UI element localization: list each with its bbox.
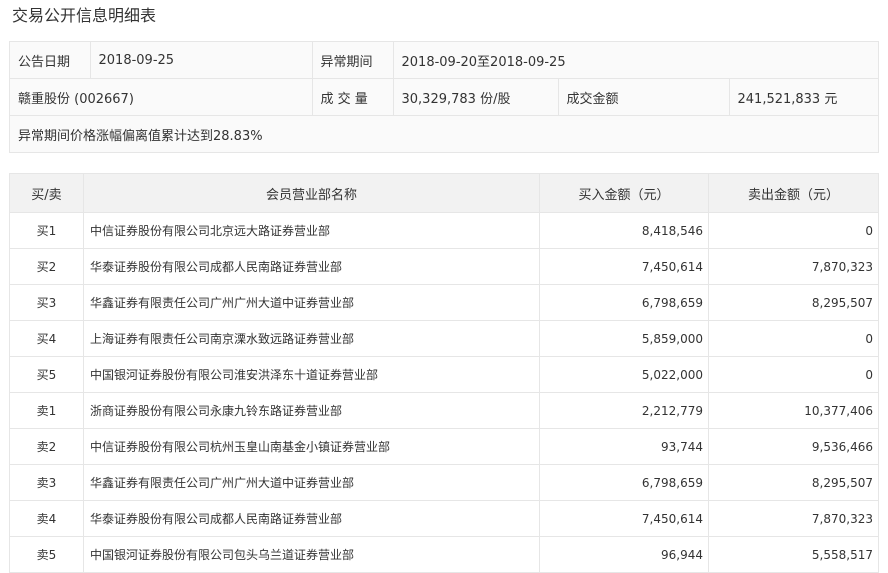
announce-date-label: 公告日期 — [10, 42, 90, 79]
row-buy: 7,450,614 — [539, 500, 709, 537]
row-sell: 0 — [708, 320, 879, 357]
row-sell: 0 — [708, 212, 879, 249]
row-buy: 96,944 — [539, 536, 709, 573]
row-buy: 5,859,000 — [539, 320, 709, 357]
row-buy: 8,418,546 — [539, 212, 709, 249]
volume-label: 成 交 量 — [311, 78, 393, 116]
table-row: 卖5 中国银河证券股份有限公司包头乌兰道证券营业部 96,944 5,558,5… — [9, 536, 879, 573]
row-side: 卖3 — [9, 464, 84, 501]
summary-box: 公告日期 2018-09-25 异常期间 2018-09-20至2018-09-… — [9, 41, 879, 153]
row-buy: 6,798,659 — [539, 284, 709, 321]
row-branch: 华泰证券股份有限公司成都人民南路证券营业部 — [83, 248, 540, 285]
row-branch: 中国银河证券股份有限公司淮安洪泽东十道证券营业部 — [83, 356, 540, 393]
row-sell: 7,870,323 — [708, 500, 879, 537]
col-header-side: 买/卖 — [9, 173, 84, 213]
abnormal-period-label: 异常期间 — [311, 42, 393, 79]
row-branch: 上海证券有限责任公司南京溧水致远路证券营业部 — [83, 320, 540, 357]
row-branch: 华鑫证券有限责任公司广州广州大道中证券营业部 — [83, 464, 540, 501]
trade-detail-table: 买/卖 会员营业部名称 买入金额（元） 卖出金额（元） 买1 中信证券股份有限公… — [9, 173, 879, 573]
table-row: 买2 华泰证券股份有限公司成都人民南路证券营业部 7,450,614 7,870… — [9, 248, 879, 285]
row-buy: 2,212,779 — [539, 392, 709, 429]
page-title: 交易公开信息明细表 — [12, 6, 157, 25]
row-branch: 华泰证券股份有限公司成都人民南路证券营业部 — [83, 500, 540, 537]
table-row: 卖1 浙商证券股份有限公司永康九铃东路证券营业部 2,212,779 10,37… — [9, 392, 879, 429]
row-side: 买3 — [9, 284, 84, 321]
row-sell: 8,295,507 — [708, 284, 879, 321]
amount-value: 241,521,833 元 — [728, 78, 878, 116]
col-header-sell: 卖出金额（元） — [708, 173, 879, 213]
row-branch: 华鑫证券有限责任公司广州广州大道中证券营业部 — [83, 284, 540, 321]
row-side: 卖4 — [9, 500, 84, 537]
abnormal-period-value: 2018-09-20至2018-09-25 — [392, 42, 878, 79]
stock-name: 赣重股份 (002667) — [10, 78, 312, 116]
row-sell: 8,295,507 — [708, 464, 879, 501]
row-branch: 浙商证券股份有限公司永康九铃东路证券营业部 — [83, 392, 540, 429]
row-side: 买1 — [9, 212, 84, 249]
amount-label: 成交金额 — [557, 78, 729, 116]
table-row: 买4 上海证券有限责任公司南京溧水致远路证券营业部 5,859,000 0 — [9, 320, 879, 357]
announce-date-value: 2018-09-25 — [89, 42, 312, 79]
row-branch: 中信证券股份有限公司杭州玉皇山南基金小镇证券营业部 — [83, 428, 540, 465]
row-buy: 6,798,659 — [539, 464, 709, 501]
row-side: 卖2 — [9, 428, 84, 465]
row-sell: 5,558,517 — [708, 536, 879, 573]
table-header-row: 买/卖 会员营业部名称 买入金额（元） 卖出金额（元） — [9, 173, 879, 213]
table-row: 卖4 华泰证券股份有限公司成都人民南路证券营业部 7,450,614 7,870… — [9, 500, 879, 537]
row-side: 卖5 — [9, 536, 84, 573]
row-branch: 中国银河证券股份有限公司包头乌兰道证券营业部 — [83, 536, 540, 573]
row-buy: 5,022,000 — [539, 356, 709, 393]
row-side: 买4 — [9, 320, 84, 357]
col-header-buy: 买入金额（元） — [539, 173, 709, 213]
row-side: 卖1 — [9, 392, 84, 429]
table-row: 卖2 中信证券股份有限公司杭州玉皇山南基金小镇证券营业部 93,744 9,53… — [9, 428, 879, 465]
row-sell: 0 — [708, 356, 879, 393]
row-side: 买2 — [9, 248, 84, 285]
table-row: 买1 中信证券股份有限公司北京远大路证券营业部 8,418,546 0 — [9, 212, 879, 249]
row-sell: 9,536,466 — [708, 428, 879, 465]
row-sell: 7,870,323 — [708, 248, 879, 285]
row-buy: 93,744 — [539, 428, 709, 465]
volume-value: 30,329,783 份/股 — [392, 78, 558, 116]
table-row: 买3 华鑫证券有限责任公司广州广州大道中证券营业部 6,798,659 8,29… — [9, 284, 879, 321]
table-row: 卖3 华鑫证券有限责任公司广州广州大道中证券营业部 6,798,659 8,29… — [9, 464, 879, 501]
row-buy: 7,450,614 — [539, 248, 709, 285]
summary-table: 公告日期 2018-09-25 异常期间 2018-09-20至2018-09-… — [10, 42, 878, 152]
row-sell: 10,377,406 — [708, 392, 879, 429]
row-side: 买5 — [9, 356, 84, 393]
abnormal-reason: 异常期间价格涨幅偏离值累计达到28.83% — [10, 115, 878, 152]
table-row: 买5 中国银河证券股份有限公司淮安洪泽东十道证券营业部 5,022,000 0 — [9, 356, 879, 393]
col-header-branch: 会员营业部名称 — [83, 173, 540, 213]
row-branch: 中信证券股份有限公司北京远大路证券营业部 — [83, 212, 540, 249]
